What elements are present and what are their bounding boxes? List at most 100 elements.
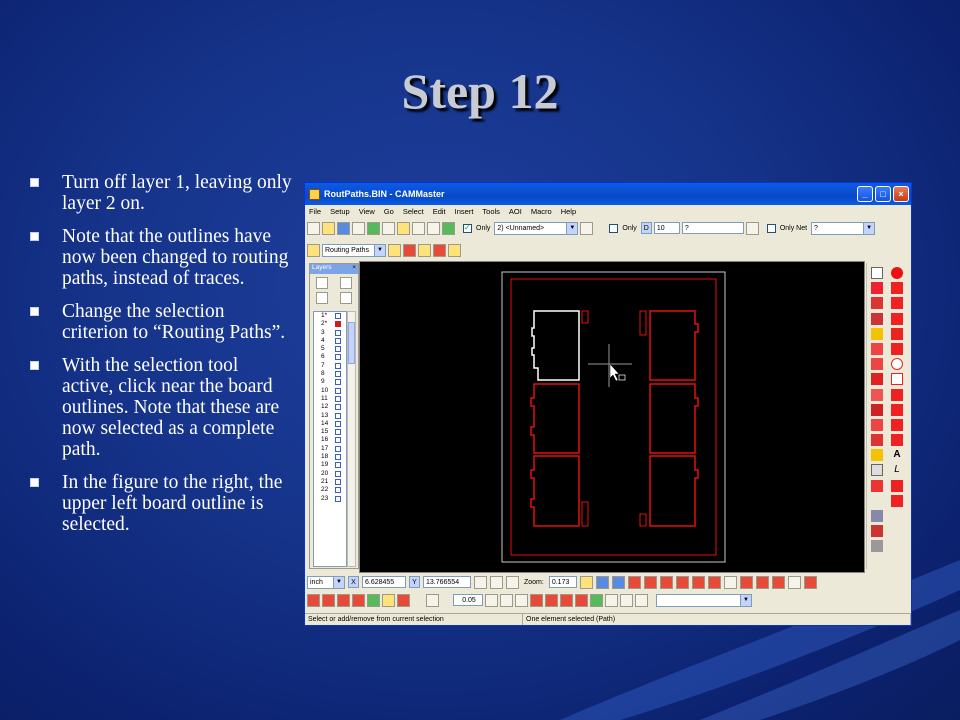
layer-visibility-swatch[interactable]	[335, 313, 341, 319]
tool-icon[interactable]	[871, 525, 883, 538]
flash-icon[interactable]	[891, 267, 903, 279]
film-tool-icon[interactable]	[427, 221, 440, 235]
menu-file[interactable]: File	[309, 207, 321, 216]
board-tab[interactable]	[581, 310, 589, 324]
zoom-fit-icon[interactable]	[611, 575, 625, 589]
dcode-field[interactable]: 10	[653, 222, 680, 234]
node-icon[interactable]	[560, 593, 573, 607]
corner-icon[interactable]	[891, 494, 903, 507]
arc-line-icon[interactable]	[891, 297, 903, 310]
redraw-icon[interactable]	[723, 575, 737, 589]
layer-row[interactable]: 9	[314, 378, 346, 386]
layer-fill-icon[interactable]	[755, 575, 769, 589]
rectangle-icon[interactable]	[891, 373, 903, 386]
pin-icon[interactable]	[506, 575, 519, 589]
layer-visibility-swatch[interactable]	[335, 478, 341, 485]
layer-row[interactable]: 21	[314, 478, 346, 486]
tool-icon[interactable]	[871, 358, 883, 371]
tool-icon[interactable]	[871, 540, 883, 553]
layer-row[interactable]: 4	[314, 337, 346, 345]
net-tool-icon[interactable]	[367, 593, 380, 607]
layer-row[interactable]: 22	[314, 486, 346, 494]
layer-visibility-swatch[interactable]	[335, 437, 341, 444]
text-tool-icon[interactable]: A	[891, 449, 903, 462]
layer-row[interactable]: 8	[314, 370, 346, 378]
layer-visibility-swatch[interactable]	[335, 470, 341, 477]
node-icon[interactable]	[545, 593, 558, 607]
layer-visibility-swatch[interactable]	[335, 379, 341, 386]
node-icon[interactable]	[530, 593, 543, 607]
selection-mode-icon[interactable]	[307, 243, 320, 257]
circle-icon[interactable]	[891, 358, 903, 371]
layer-row[interactable]: 1*	[314, 312, 346, 320]
select-c-icon[interactable]	[388, 243, 401, 257]
layer-visibility-swatch[interactable]	[335, 404, 341, 411]
only-net-checkbox[interactable]	[766, 223, 776, 233]
layer-outline-icon[interactable]	[771, 575, 785, 589]
menu-go[interactable]: Go	[384, 207, 394, 216]
menu-insert[interactable]: Insert	[455, 207, 474, 216]
layer-row[interactable]: 19	[314, 461, 346, 469]
layer-list[interactable]: 1* 2* 3 4 5 6 7 8 9 10 11 12 13 14 15 16 17 18 19 20 21 22 23	[313, 311, 347, 567]
layer-visibility-swatch[interactable]	[335, 462, 341, 469]
board-outline[interactable]	[530, 455, 580, 527]
layer-visibility-swatch[interactable]	[335, 495, 341, 502]
select-pointer-icon[interactable]	[871, 267, 883, 279]
y-coordinate-field[interactable]: 13.766554	[423, 576, 471, 588]
layer-combo[interactable]: 2) <Unnamed> ▼	[494, 221, 579, 235]
tool-icon[interactable]	[871, 373, 883, 386]
minimize-button[interactable]: _	[857, 186, 873, 202]
menu-view[interactable]: View	[359, 207, 375, 216]
layer-row[interactable]: 14	[314, 420, 346, 428]
grid-dots-icon[interactable]	[485, 593, 498, 607]
x-button[interactable]: X	[348, 576, 359, 588]
help-icon[interactable]	[382, 221, 395, 235]
line-icon[interactable]	[891, 282, 903, 295]
net-tool-icon[interactable]	[307, 593, 320, 607]
zoom-window-icon[interactable]	[595, 575, 609, 589]
menu-macro[interactable]: Macro	[531, 207, 552, 216]
layer-visibility-swatch[interactable]	[335, 412, 341, 419]
tool-icon[interactable]	[871, 282, 883, 295]
tool-icon[interactable]	[871, 449, 883, 462]
previous-dcode-icon[interactable]	[745, 221, 759, 235]
layer-visibility-swatch[interactable]	[335, 454, 341, 461]
board-outline[interactable]	[649, 383, 699, 454]
layer-row[interactable]: 16	[314, 436, 346, 444]
tool-icon[interactable]	[871, 464, 883, 477]
italic-text-icon[interactable]: L	[891, 464, 903, 477]
minus-icon[interactable]	[605, 593, 618, 607]
grid-red-icon[interactable]	[643, 575, 657, 589]
bottom-combo[interactable]: ▼	[656, 593, 752, 607]
only-dcode-checkbox[interactable]	[609, 223, 619, 233]
tool-icon[interactable]	[871, 388, 883, 401]
only-layer-checkbox[interactable]	[463, 223, 472, 233]
y-button[interactable]: Y	[409, 576, 420, 588]
pencil-icon[interactable]	[891, 418, 903, 431]
layer-visibility-swatch[interactable]	[335, 420, 341, 427]
tool-icon[interactable]	[871, 403, 883, 416]
layer-row[interactable]: 2*	[314, 320, 346, 328]
select-cross-icon[interactable]	[433, 243, 446, 257]
tool-icon[interactable]	[871, 327, 883, 340]
layer-row[interactable]: 20	[314, 470, 346, 478]
zoom-in-icon[interactable]	[579, 575, 593, 589]
layer-tool-icon[interactable]	[397, 221, 410, 235]
layer-row[interactable]: 23	[314, 495, 346, 503]
layer-visibility-swatch[interactable]	[335, 321, 341, 328]
snap-icon[interactable]	[490, 575, 503, 589]
triangle-fill-icon[interactable]	[891, 342, 903, 355]
layers-close-icon[interactable]: ×	[352, 264, 356, 271]
layer-row[interactable]: 10	[314, 387, 346, 395]
drc-icon[interactable]	[382, 593, 395, 607]
menu-select[interactable]: Select	[403, 207, 424, 216]
layer-visibility-swatch[interactable]	[335, 395, 341, 402]
open-folder-icon[interactable]	[322, 221, 335, 235]
triangle-icon[interactable]	[891, 327, 903, 340]
board-outline[interactable]	[649, 310, 699, 381]
board-tab[interactable]	[639, 513, 647, 527]
select-a-icon[interactable]	[448, 243, 461, 257]
layer-visibility-swatch[interactable]	[335, 354, 341, 361]
layers-show-icon[interactable]	[316, 277, 328, 289]
pan-down-icon[interactable]	[707, 575, 721, 589]
